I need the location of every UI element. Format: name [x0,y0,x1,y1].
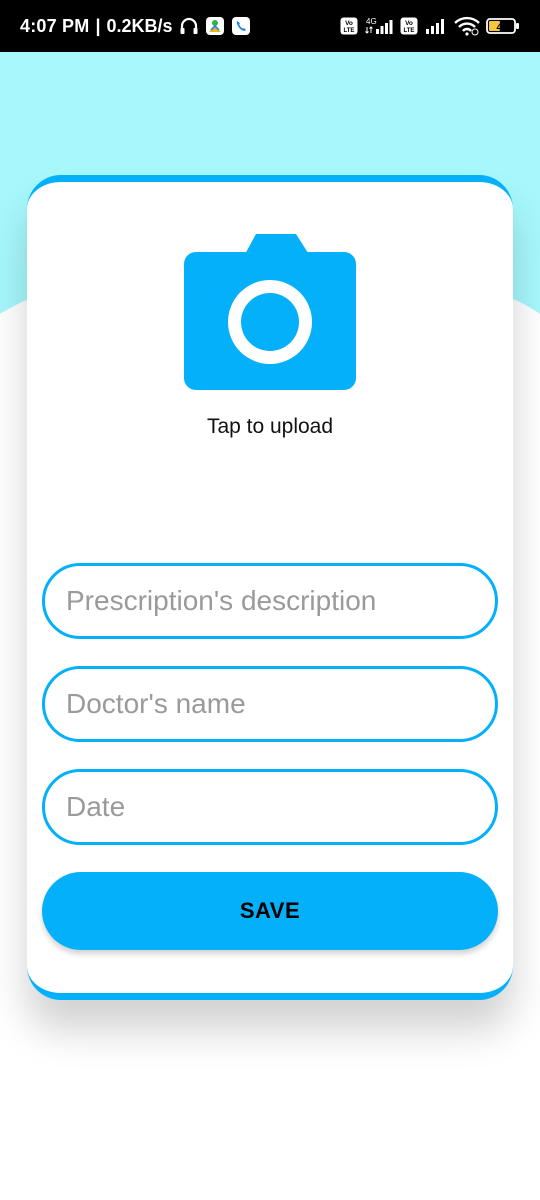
app-notification-icon [205,16,225,36]
svg-text:4G: 4G [366,17,377,26]
battery-icon: 46 [486,17,520,35]
volte-icon: Vo LTE [340,17,358,35]
doctor-name-input[interactable] [66,688,495,720]
volte-icon-2: Vo LTE [400,17,418,35]
phone-app-icon [231,16,251,36]
description-input[interactable] [66,585,495,617]
svg-text:Vo: Vo [405,20,413,27]
save-button[interactable]: SAVE [42,872,498,950]
description-field[interactable] [42,563,498,639]
status-right: Vo LTE 4G Vo LTE 46 [340,16,520,36]
upload-label: Tap to upload [206,415,334,438]
signal-icon [424,17,448,35]
camera-icon [184,234,356,390]
date-input[interactable] [66,791,495,823]
upload-card: Tap to upload SAVE [27,175,513,1000]
headphones-icon [179,17,199,35]
network-speed: 0.2KB/s [106,15,173,36]
svg-text:Vo: Vo [345,20,353,27]
screen: 4:07 PM | 0.2KB/s Vo LTE 4G Vo LTE 46 Ta… [0,0,540,1200]
upload-button[interactable] [184,234,356,390]
status-time: 4:07 PM [20,15,90,36]
signal-4g-icon: 4G [364,16,394,36]
date-field[interactable] [42,769,498,845]
status-left: 4:07 PM | 0.2KB/s [20,16,251,37]
battery-level: 46 [496,23,508,34]
doctor-name-field[interactable] [42,666,498,742]
status-separator: | [95,15,101,36]
wifi-icon [454,16,480,36]
status-bar: 4:07 PM | 0.2KB/s Vo LTE 4G Vo LTE 46 [0,0,540,52]
svg-text:LTE: LTE [404,28,415,34]
svg-text:LTE: LTE [344,28,355,34]
